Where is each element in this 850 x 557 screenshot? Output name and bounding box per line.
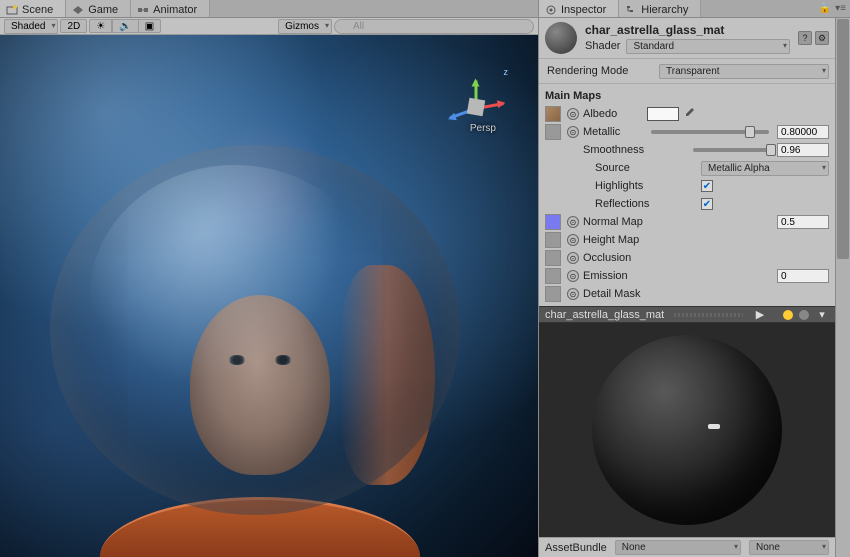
lighting-toggle[interactable]: ☀: [89, 19, 112, 33]
metallic-slider[interactable]: [651, 130, 769, 134]
emission-value-input[interactable]: [777, 269, 829, 283]
smoothness-source-dropdown[interactable]: Metallic Alpha: [701, 161, 829, 176]
sun-icon: ☀: [96, 21, 105, 32]
inspector-scrollbar[interactable]: [835, 18, 850, 557]
tab-label: Game: [88, 4, 118, 16]
tab-label: Animator: [153, 4, 197, 16]
metallic-picker-icon[interactable]: ⊙: [567, 126, 579, 138]
preview-menu-icon[interactable]: ▾: [815, 308, 829, 322]
scene-icon: [6, 4, 18, 16]
scene-toolbar: Shaded 2D ☀ 🔊 ▣ Gizmos 🔍 All: [0, 18, 538, 35]
material-header: char_astrella_glass_mat Shader Standard …: [539, 18, 835, 59]
albedo-label: Albedo: [583, 108, 643, 120]
normal-map-texture-slot[interactable]: [545, 214, 561, 230]
emission-texture-slot[interactable]: [545, 268, 561, 284]
help-button[interactable]: ?: [798, 31, 812, 45]
normal-picker-icon[interactable]: ⊙: [567, 216, 579, 228]
albedo-color-swatch[interactable]: [647, 107, 679, 121]
gizmos-dropdown[interactable]: Gizmos: [278, 19, 332, 34]
detail-mask-texture-slot[interactable]: [545, 286, 561, 302]
tab-hierarchy[interactable]: Hierarchy: [619, 0, 701, 17]
height-map-label: Height Map: [583, 234, 639, 246]
albedo-picker-icon[interactable]: ⊙: [567, 108, 579, 120]
occlusion-picker-icon[interactable]: ⊙: [567, 252, 579, 264]
shader-dropdown[interactable]: Standard: [626, 39, 790, 54]
left-tabs: Scene Game Animator: [0, 0, 538, 18]
animator-icon: [137, 4, 149, 16]
menu-icon[interactable]: ▾≡: [835, 3, 846, 14]
tab-label: Hierarchy: [641, 4, 688, 16]
smoothness-label: Smoothness: [545, 144, 685, 156]
normal-value-input[interactable]: [777, 215, 829, 229]
material-preview[interactable]: [539, 323, 835, 537]
reflections-checkbox[interactable]: ✔: [701, 198, 713, 210]
reflections-label: Reflections: [545, 198, 697, 210]
tab-scene[interactable]: Scene: [0, 0, 66, 17]
lock-icon[interactable]: 🔒: [819, 3, 831, 14]
occlusion-texture-slot[interactable]: [545, 250, 561, 266]
material-preview-header: char_astrella_glass_mat ▶ ▾: [539, 306, 835, 323]
shading-mode-dropdown[interactable]: Shaded: [4, 19, 58, 34]
highlights-label: Highlights: [545, 180, 697, 192]
light-grey-icon[interactable]: [799, 310, 809, 320]
projection-label[interactable]: Persp: [470, 123, 496, 134]
preview-drag-handle[interactable]: [674, 313, 743, 317]
light-yellow-icon[interactable]: [783, 310, 793, 320]
smoothness-slider[interactable]: [693, 148, 769, 152]
albedo-texture-slot[interactable]: [545, 106, 561, 122]
smoothness-value-input[interactable]: [777, 143, 829, 157]
audio-toggle[interactable]: 🔊: [112, 19, 138, 33]
hierarchy-icon: [625, 4, 637, 16]
normal-map-label: Normal Map: [583, 216, 773, 228]
metallic-label: Metallic: [583, 126, 643, 138]
source-label: Source: [545, 162, 697, 174]
eyedropper-icon[interactable]: [683, 107, 695, 122]
fx-toggle[interactable]: ▣: [139, 19, 161, 33]
right-tabs: Inspector Hierarchy 🔒 ▾≡: [539, 0, 850, 18]
preview-play-icon[interactable]: ▶: [753, 308, 767, 322]
assetbundle-label: AssetBundle: [545, 542, 607, 554]
scene-viewport[interactable]: z Persp: [0, 35, 538, 557]
material-name: char_astrella_glass_mat: [585, 23, 790, 37]
rendering-mode-dropdown[interactable]: Transparent: [659, 64, 829, 79]
game-icon: [72, 4, 84, 16]
image-icon: ▣: [145, 21, 154, 32]
detail-mask-picker-icon[interactable]: ⊙: [567, 288, 579, 300]
assetbundle-variant-dropdown[interactable]: None: [749, 540, 829, 555]
main-maps-title: Main Maps: [545, 90, 601, 102]
preview-title: char_astrella_glass_mat: [545, 309, 664, 321]
rendering-mode-label: Rendering Mode: [545, 65, 655, 77]
settings-gear-icon[interactable]: ⚙: [815, 31, 829, 45]
tab-label: Inspector: [561, 4, 606, 16]
inspector-icon: [545, 4, 557, 16]
detail-mask-label: Detail Mask: [583, 288, 640, 300]
occlusion-label: Occlusion: [583, 252, 631, 264]
speaker-icon: 🔊: [119, 21, 131, 32]
metallic-value-input[interactable]: [777, 125, 829, 139]
tab-animator[interactable]: Animator: [131, 0, 210, 17]
toggle-2d[interactable]: 2D: [60, 19, 87, 33]
highlights-checkbox[interactable]: ✔: [701, 180, 713, 192]
preview-sphere: [592, 335, 782, 525]
axis-z-label: z: [504, 67, 509, 77]
shader-label: Shader: [585, 40, 620, 52]
assetbundle-bar: AssetBundle None None: [539, 537, 835, 557]
material-thumbnail: [545, 22, 577, 54]
emission-picker-icon[interactable]: ⊙: [567, 270, 579, 282]
scene-search-input[interactable]: All: [334, 19, 534, 34]
tab-inspector[interactable]: Inspector: [539, 0, 619, 17]
tab-label: Scene: [22, 4, 53, 16]
inspector-panel: Inspector Hierarchy 🔒 ▾≡ char_astrella_g…: [538, 0, 850, 557]
glass-reflection: [90, 165, 380, 425]
emission-label: Emission: [583, 270, 773, 282]
gizmo-cube-icon: [467, 98, 486, 117]
assetbundle-name-dropdown[interactable]: None: [615, 540, 741, 555]
tab-game[interactable]: Game: [66, 0, 131, 17]
height-map-texture-slot[interactable]: [545, 232, 561, 248]
scene-panel: Scene Game Animator Shaded 2D ☀ 🔊 ▣ Gizm…: [0, 0, 538, 557]
metallic-texture-slot[interactable]: [545, 124, 561, 140]
height-picker-icon[interactable]: ⊙: [567, 234, 579, 246]
